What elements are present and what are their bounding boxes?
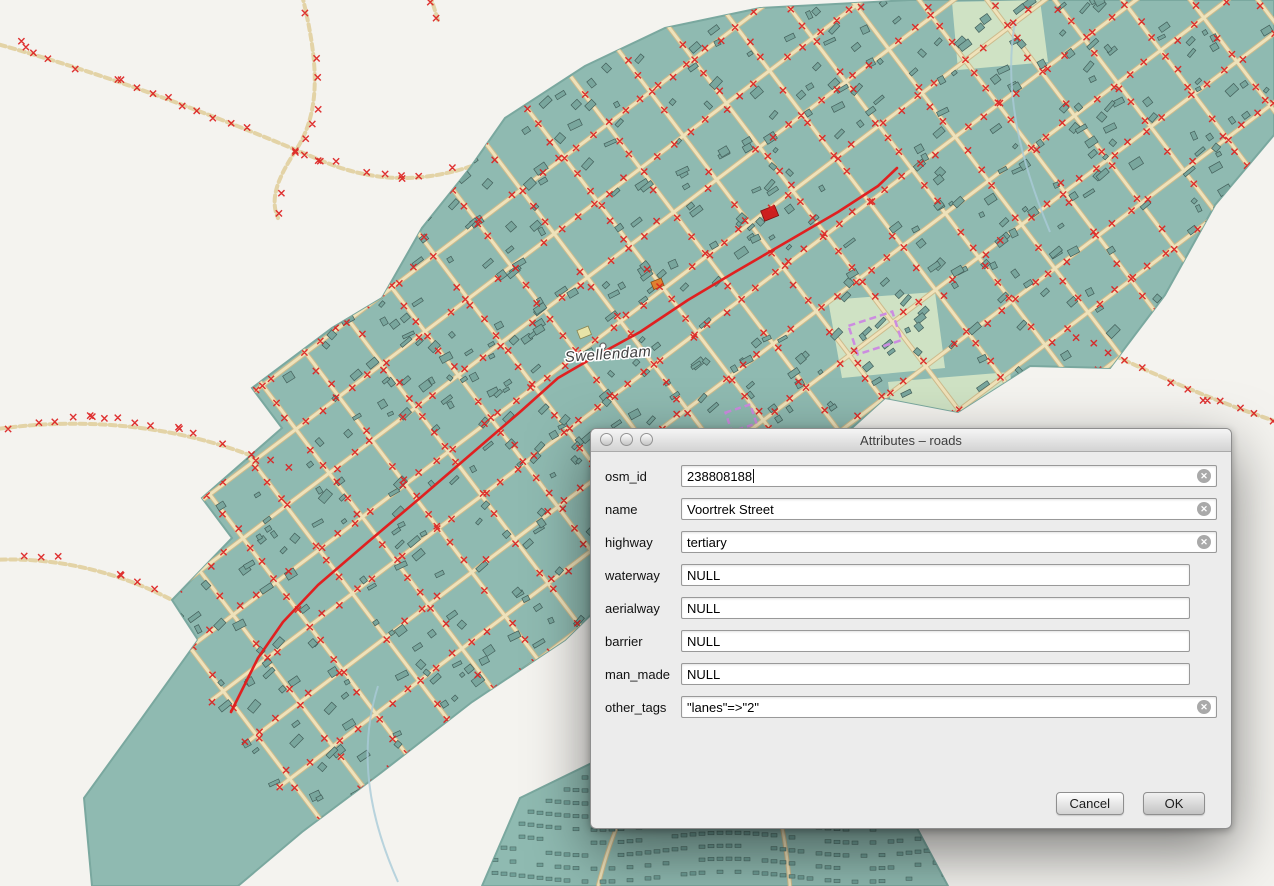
- barrier-input[interactable]: NULL: [681, 630, 1190, 652]
- ok-button[interactable]: OK: [1143, 792, 1205, 815]
- field-label-barrier: barrier: [605, 634, 681, 649]
- field-row-other-tags: other_tags "lanes"=>"2" ✕: [605, 696, 1217, 718]
- window-close-button[interactable]: [600, 433, 613, 446]
- field-row-name: name Voortrek Street ✕: [605, 498, 1217, 520]
- field-row-barrier: barrier NULL: [605, 630, 1217, 652]
- clear-icon[interactable]: ✕: [1197, 469, 1211, 483]
- field-label-name: name: [605, 502, 681, 517]
- clear-icon[interactable]: ✕: [1197, 535, 1211, 549]
- cancel-button[interactable]: Cancel: [1056, 792, 1124, 815]
- window-zoom-button[interactable]: [640, 433, 653, 446]
- dialog-title: Attributes – roads: [860, 433, 962, 448]
- field-row-aerialway: aerialway NULL: [605, 597, 1217, 619]
- field-row-highway: highway tertiary ✕: [605, 531, 1217, 553]
- osm-id-input[interactable]: 238808188 ✕: [681, 465, 1217, 487]
- field-row-osm-id: osm_id 238808188 ✕: [605, 465, 1217, 487]
- text-caret: [753, 469, 754, 483]
- field-row-waterway: waterway NULL: [605, 564, 1217, 586]
- other-tags-input[interactable]: "lanes"=>"2" ✕: [681, 696, 1217, 718]
- attributes-dialog: Attributes – roads osm_id 238808188 ✕ na…: [590, 428, 1232, 829]
- field-label-other-tags: other_tags: [605, 700, 681, 715]
- highway-input[interactable]: tertiary ✕: [681, 531, 1217, 553]
- field-label-highway: highway: [605, 535, 681, 550]
- app-window: Swellendam Attributes – roads osm_id 238…: [0, 0, 1274, 886]
- window-minimize-button[interactable]: [620, 433, 633, 446]
- dialog-titlebar[interactable]: Attributes – roads: [591, 429, 1231, 452]
- field-label-man-made: man_made: [605, 667, 681, 682]
- name-value: Voortrek Street: [687, 502, 774, 517]
- field-label-osm-id: osm_id: [605, 469, 681, 484]
- aerialway-value: NULL: [687, 601, 720, 616]
- other-tags-value: "lanes"=>"2": [687, 700, 759, 715]
- name-input[interactable]: Voortrek Street ✕: [681, 498, 1217, 520]
- field-label-aerialway: aerialway: [605, 601, 681, 616]
- field-label-waterway: waterway: [605, 568, 681, 583]
- highway-value: tertiary: [687, 535, 727, 550]
- clear-icon[interactable]: ✕: [1197, 700, 1211, 714]
- waterway-input[interactable]: NULL: [681, 564, 1190, 586]
- clear-icon[interactable]: ✕: [1197, 502, 1211, 516]
- field-row-man-made: man_made NULL: [605, 663, 1217, 685]
- man-made-input[interactable]: NULL: [681, 663, 1190, 685]
- man-made-value: NULL: [687, 667, 720, 682]
- aerialway-input[interactable]: NULL: [681, 597, 1190, 619]
- barrier-value: NULL: [687, 634, 720, 649]
- waterway-value: NULL: [687, 568, 720, 583]
- osm-id-value: 238808188: [687, 469, 752, 484]
